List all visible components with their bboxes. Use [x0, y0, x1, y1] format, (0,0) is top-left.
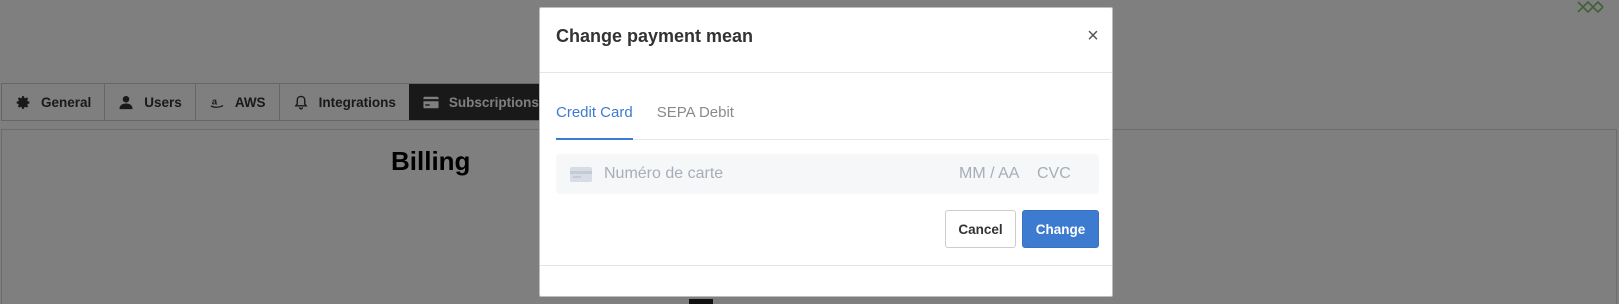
card-input-field[interactable]: Numéro de carte MM / AA CVC: [556, 154, 1099, 194]
modal-title: Change payment mean: [556, 26, 754, 46]
tab-sepa-debit[interactable]: SEPA Debit: [657, 97, 734, 140]
card-cvc-input[interactable]: CVC: [1037, 165, 1077, 183]
close-button[interactable]: ×: [1083, 26, 1103, 46]
change-button[interactable]: Change: [1022, 210, 1099, 248]
cancel-button[interactable]: Cancel: [945, 210, 1016, 248]
change-payment-modal: Change payment mean × Credit Card SEPA D…: [539, 7, 1113, 297]
card-brand-icon: [570, 166, 592, 182]
modal-header: Change payment mean ×: [540, 8, 1112, 73]
card-expiry-input[interactable]: MM / AA: [959, 165, 1037, 183]
close-icon: ×: [1087, 25, 1099, 47]
tab-credit-card[interactable]: Credit Card: [556, 97, 633, 140]
card-number-input[interactable]: Numéro de carte: [604, 165, 944, 183]
payment-method-tabs: Credit Card SEPA Debit: [556, 97, 1110, 140]
modal-footer-divider: [540, 265, 1112, 266]
